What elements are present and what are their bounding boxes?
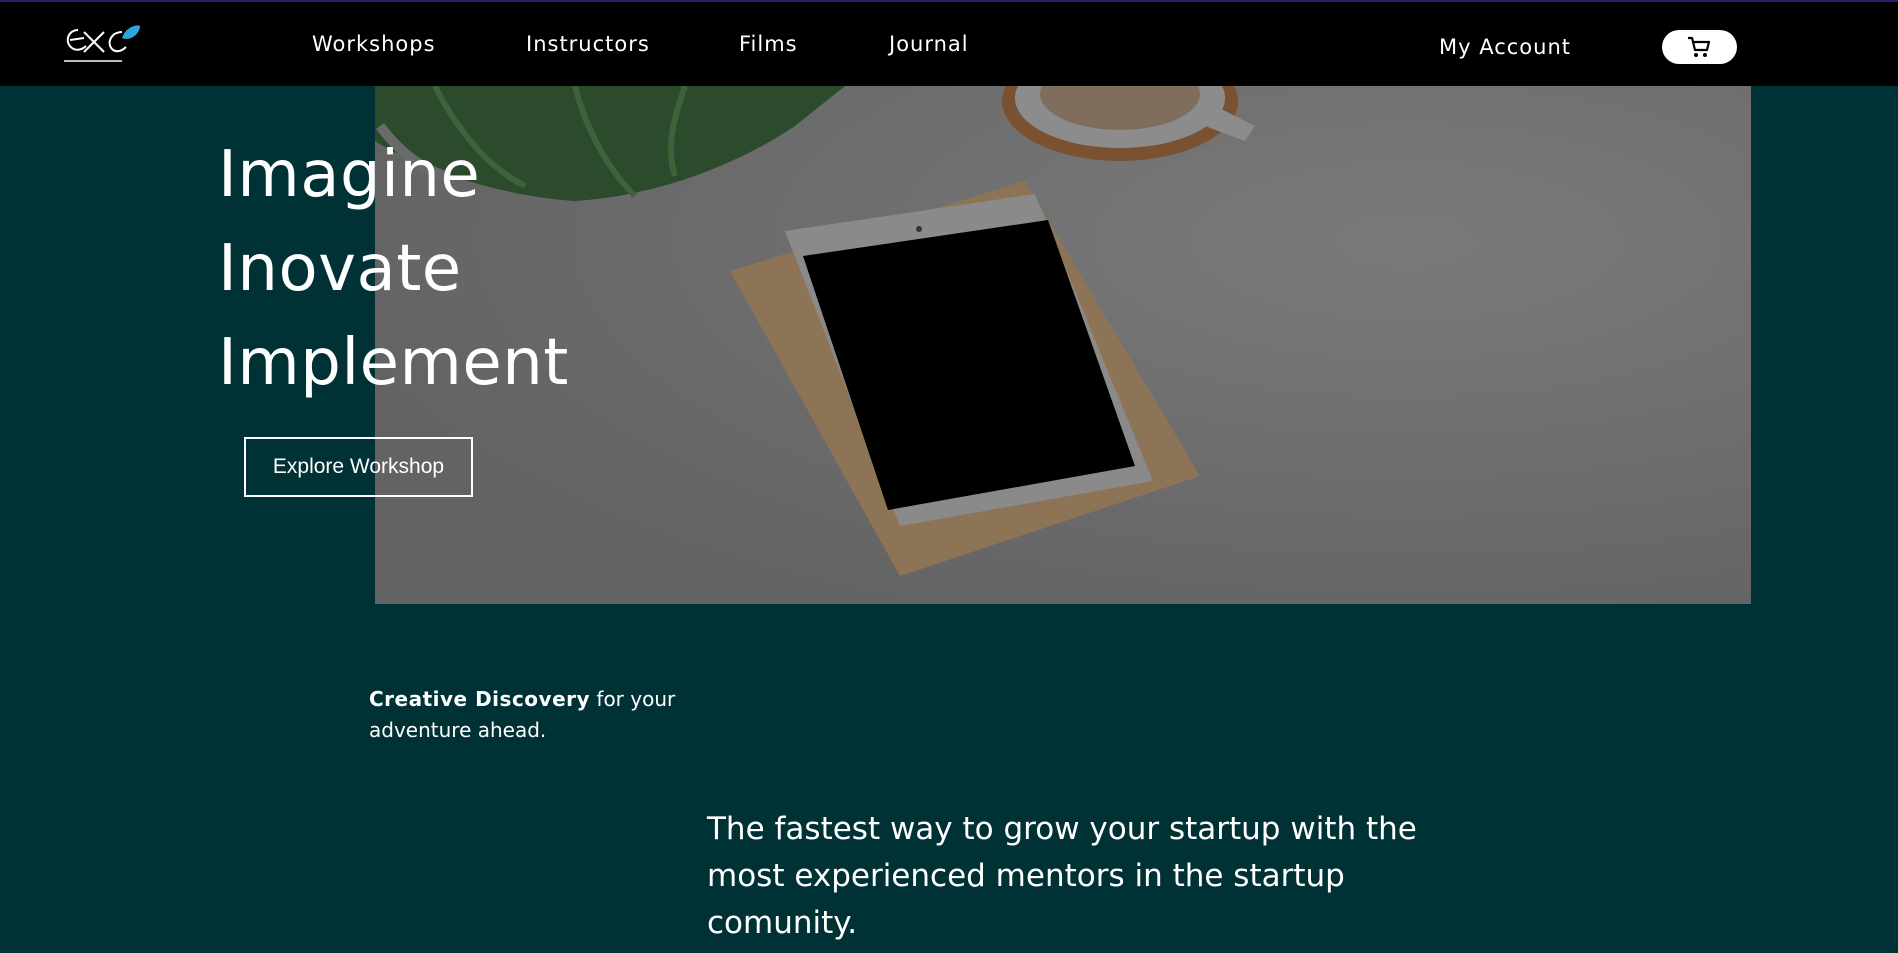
tagline: The fastest way to grow your startup wit…: [707, 811, 1417, 941]
my-account-link[interactable]: My Account: [1439, 35, 1571, 59]
nav-instructors[interactable]: Instructors: [526, 32, 650, 56]
cart-button[interactable]: [1662, 30, 1737, 64]
intro-bold: Creative Discovery: [369, 687, 591, 711]
nav-films[interactable]: Films: [739, 32, 798, 56]
top-navigation-bar: Workshops Instructors Films Journal My A…: [0, 0, 1898, 86]
hero-headline-line-2: Inovate: [218, 232, 462, 306]
brand-logo[interactable]: [60, 18, 142, 70]
nav-journal[interactable]: Journal: [889, 32, 969, 56]
hero-image: [375, 86, 1751, 604]
hero-headline-line-1: Imagine: [218, 138, 481, 212]
explore-workshop-button[interactable]: Explore Workshop: [244, 437, 473, 497]
hero-headline-line-3: Implement: [218, 326, 569, 400]
intro-text: Creative Discovery for your adventure ah…: [369, 684, 689, 746]
page: Workshops Instructors Films Journal My A…: [0, 0, 1898, 953]
nav-workshops[interactable]: Workshops: [312, 32, 436, 56]
